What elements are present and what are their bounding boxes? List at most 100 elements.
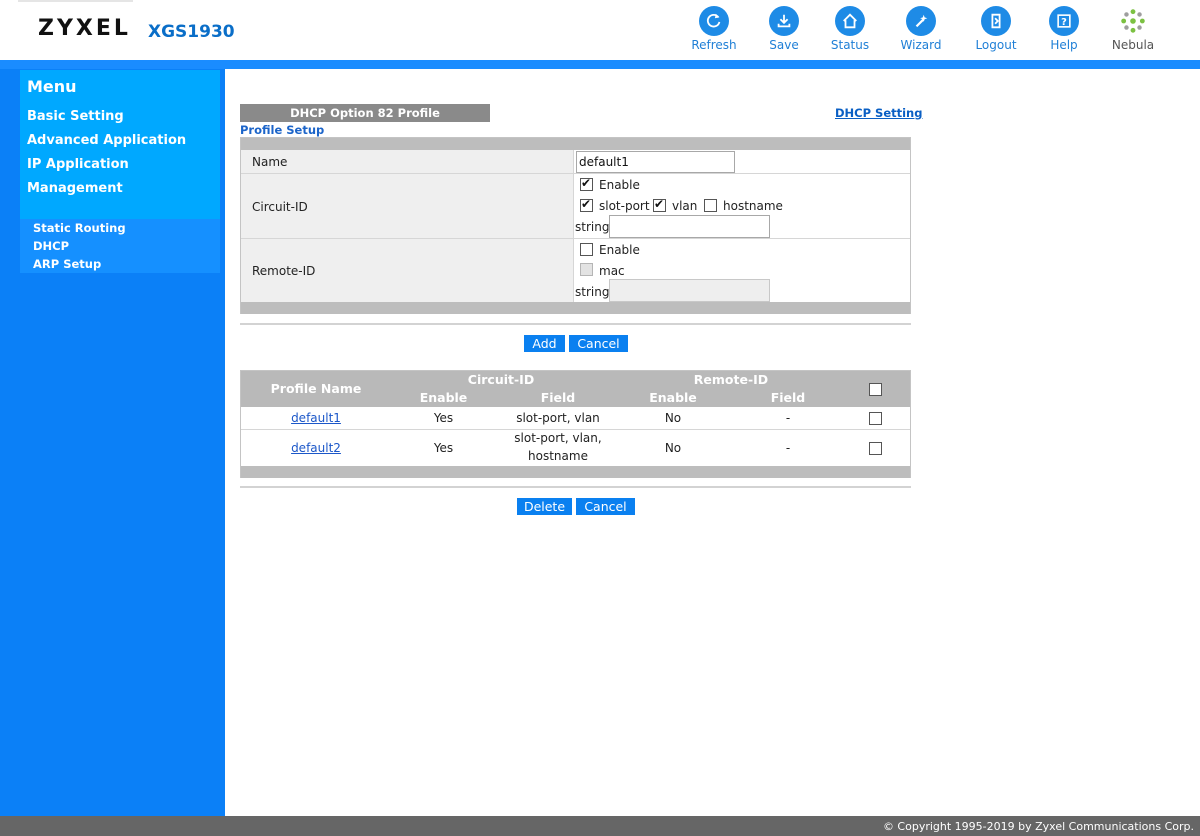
wizard-label: Wizard [900, 38, 942, 52]
refresh-button[interactable]: Refresh [679, 6, 749, 52]
circuit-enable-checkbox[interactable] [580, 176, 593, 191]
name-value-cell: default1 [575, 150, 910, 173]
circuit-id-label: Circuit-ID [252, 200, 308, 214]
nebula-label: Nebula [1111, 38, 1155, 52]
brand-logo: ZYXEL [38, 16, 131, 41]
header-remote-enable: Enable [649, 390, 697, 405]
status-button[interactable]: Status [815, 6, 885, 52]
remote-enable-label: Enable [599, 243, 640, 257]
row1-select-checkbox[interactable] [869, 412, 882, 425]
logout-label: Logout [975, 38, 1017, 52]
row2-circuit-field-line2: hostname [528, 449, 588, 463]
remote-mac-label: mac [599, 264, 625, 278]
remote-id-label-cell: Remote-ID [241, 239, 574, 302]
row1-remote-enable: No [664, 411, 682, 425]
logout-button[interactable]: Logout [961, 6, 1031, 52]
form-top-bar [241, 138, 910, 150]
main-content: DHCP Option 82 Profile DHCP Setting Prof… [225, 69, 1200, 816]
wizard-icon [906, 6, 936, 36]
profile-link-default2[interactable]: default2 [291, 441, 341, 455]
save-button[interactable]: Save [749, 6, 819, 52]
help-icon: ? [1049, 6, 1079, 36]
row2-remote-enable: No [664, 441, 682, 455]
refresh-icon [699, 6, 729, 36]
circuit-hostname-label: hostname [723, 199, 783, 213]
table-header: Profile Name Circuit-ID Remote-ID Enable… [241, 371, 910, 407]
nebula-button[interactable]: Nebula [1098, 6, 1168, 52]
circuit-slot-port-checkbox[interactable] [580, 197, 593, 212]
sidebar-item-basic-setting[interactable]: Basic Setting [27, 109, 124, 124]
status-icon [835, 6, 865, 36]
dhcp-setting-link[interactable]: DHCP Setting [835, 106, 922, 120]
table-row: default1 Yes slot-port, vlan No - [241, 407, 910, 430]
row2-circuit-enable: Yes [433, 441, 454, 455]
delete-button[interactable]: Delete [517, 498, 572, 515]
circuit-id-value-cell: Enable slot-port vlan hostname string [575, 174, 910, 238]
table-row: default2 Yes slot-port, vlan, hostname N… [241, 430, 910, 466]
wizard-button[interactable]: Wizard [886, 6, 956, 52]
sidebar: Menu Basic Setting Advanced Application … [0, 69, 225, 816]
save-icon [769, 6, 799, 36]
submenu-panel: Static Routing DHCP ARP Setup [20, 219, 220, 273]
footer: © Copyright 1995-2019 by Zyxel Communica… [0, 816, 1200, 836]
header-profile-name: Profile Name [270, 381, 362, 396]
circuit-enable-label: Enable [599, 178, 640, 192]
circuit-slot-port-label: slot-port [599, 199, 650, 213]
section-title: Profile Setup [240, 123, 325, 137]
profile-link-default1[interactable]: default1 [291, 411, 341, 425]
cancel-button[interactable]: Cancel [569, 335, 628, 352]
help-button[interactable]: ? Help [1029, 6, 1099, 52]
circuit-hostname-checkbox[interactable] [704, 199, 717, 212]
header-remote-field: Field [770, 390, 806, 405]
circuit-id-label-cell: Circuit-ID [241, 174, 574, 238]
table-bottom-bar [241, 466, 910, 478]
circuit-id-row: Circuit-ID Enable slot-port vlan hostnam… [241, 174, 910, 239]
remote-mac-checkbox[interactable] [580, 263, 593, 276]
menu-panel: Menu Basic Setting Advanced Application … [20, 70, 220, 219]
header: ZYXEL XGS1930 Refresh Save Status Wizard… [0, 0, 1200, 60]
logo-accent-bar [18, 0, 133, 2]
svg-text:?: ? [1061, 17, 1067, 28]
sidebar-item-ip-application[interactable]: IP Application [27, 157, 129, 172]
remote-id-row: Remote-ID Enable mac string [241, 239, 910, 302]
list-cancel-button[interactable]: Cancel [576, 498, 635, 515]
help-label: Help [1050, 38, 1078, 52]
logout-icon [981, 6, 1011, 36]
header-divider [0, 60, 1200, 69]
name-label: Name [252, 155, 288, 169]
name-label-cell: Name [241, 150, 574, 173]
divider [240, 486, 911, 488]
remote-id-label: Remote-ID [252, 264, 316, 278]
name-input[interactable]: default1 [576, 151, 735, 173]
remote-string-input[interactable] [609, 279, 770, 302]
add-button[interactable]: Add [524, 335, 565, 352]
refresh-label: Refresh [691, 38, 737, 52]
header-remote-id: Remote-ID [693, 372, 769, 387]
model-name: XGS1930 [148, 22, 235, 42]
sidebar-subitem-arp-setup[interactable]: ARP Setup [33, 257, 101, 271]
sidebar-item-management[interactable]: Management [27, 181, 123, 196]
circuit-string-input[interactable] [609, 215, 770, 238]
form-bottom-bar [241, 302, 910, 314]
row2-remote-field: - [785, 441, 791, 455]
sidebar-subitem-dhcp[interactable]: DHCP [33, 239, 69, 253]
circuit-string-label: string [575, 220, 610, 234]
row1-remote-field: - [785, 411, 791, 425]
profile-setup-form: Name default1 Circuit-ID Enable slot-por… [240, 137, 911, 314]
header-circuit-enable: Enable [419, 390, 468, 405]
remote-enable-checkbox[interactable] [580, 243, 593, 256]
profile-list-table: Profile Name Circuit-ID Remote-ID Enable… [240, 370, 911, 478]
circuit-vlan-label: vlan [672, 199, 698, 213]
copyright-text: © Copyright 1995-2019 by Zyxel Communica… [882, 820, 1194, 833]
nebula-icon [1118, 6, 1148, 36]
row1-circuit-enable: Yes [433, 411, 454, 425]
name-row: Name default1 [241, 150, 910, 174]
select-all-checkbox[interactable] [869, 383, 882, 396]
sidebar-subitem-static-routing[interactable]: Static Routing [33, 221, 126, 235]
circuit-vlan-checkbox[interactable] [653, 197, 666, 212]
sidebar-item-advanced-application[interactable]: Advanced Application [27, 133, 186, 148]
save-label: Save [769, 38, 799, 52]
divider [240, 323, 911, 325]
row2-select-checkbox[interactable] [869, 442, 882, 455]
row2-circuit-field-line1: slot-port, vlan, [514, 431, 602, 445]
